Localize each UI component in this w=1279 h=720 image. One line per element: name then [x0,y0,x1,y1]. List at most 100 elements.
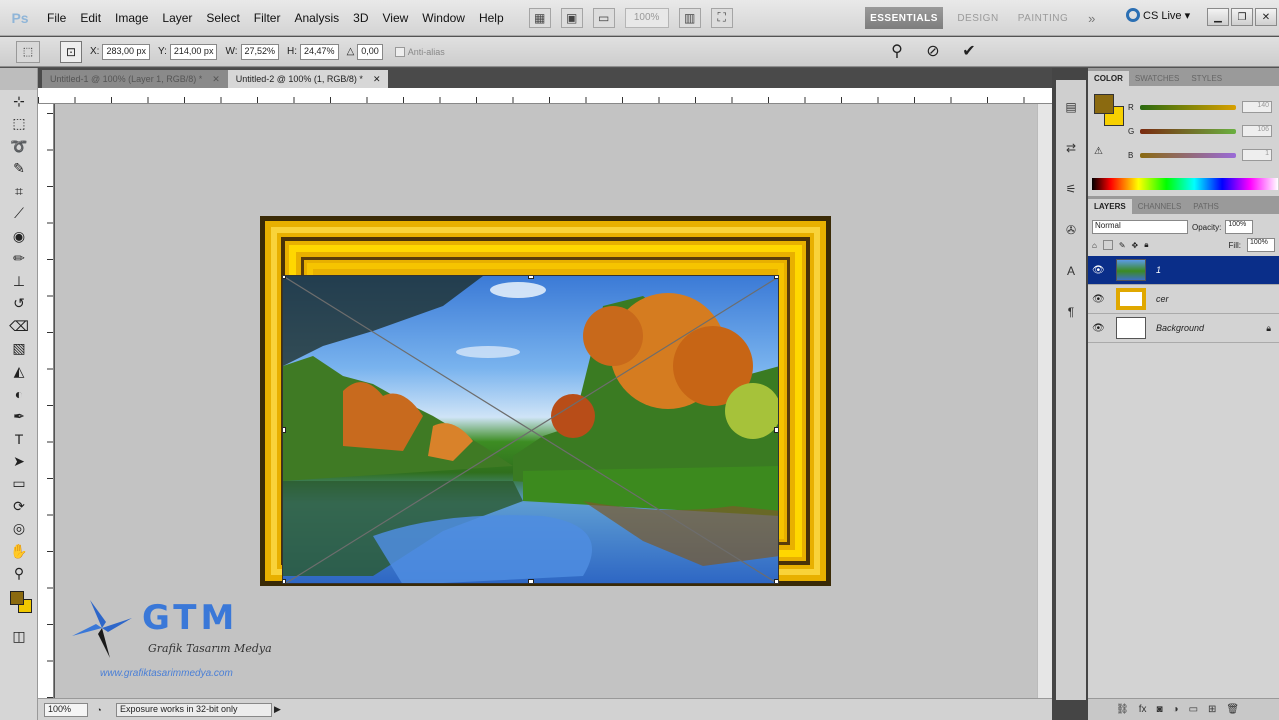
spot-healing-tool-icon[interactable]: ◉ [0,225,38,248]
commit-transform-icon[interactable]: ✔ [958,40,980,62]
delete-layer-icon[interactable]: 🗑︎ [1226,704,1239,715]
menu-3d[interactable]: 3D [346,11,375,25]
menu-window[interactable]: Window [415,11,472,25]
menu-analysis[interactable]: Analysis [287,11,346,25]
tool-preset-picker[interactable]: ⬚ [16,40,40,63]
w-input[interactable]: 27,52% [240,43,280,60]
tab-channels[interactable]: CHANNELS [1132,199,1188,214]
layer-row-background[interactable]: 👁︎ Background 🔒︎ [1088,314,1279,343]
visibility-eye-icon[interactable]: 👁︎ [1092,265,1110,276]
transform-handle[interactable] [283,579,286,583]
lock-pixels-icon[interactable]: ✎ [1119,241,1126,250]
quick-mask-icon[interactable]: ◫ [0,625,38,648]
slider-track[interactable] [1140,152,1236,158]
cs-live-button[interactable]: CS Live ▾ [1126,8,1190,22]
minimize-button[interactable]: ▁ [1207,8,1229,26]
paragraph-panel-icon[interactable]: ¶ [1060,301,1082,323]
history-panel-icon[interactable]: ▤ [1060,96,1082,118]
zoom-tool-icon[interactable]: ⚲ [0,563,38,586]
menu-edit[interactable]: Edit [73,11,108,25]
channel-value[interactable]: 140 [1242,101,1272,113]
zoom-level-box[interactable]: 100% [624,7,669,28]
color-spectrum-bar[interactable] [1092,178,1278,190]
crop-tool-icon[interactable]: ⌗ [0,180,38,203]
arrange-documents-icon[interactable]: ▥ [678,7,701,28]
restore-button[interactable]: ❐ [1231,8,1253,26]
green-slider[interactable]: G 106 [1128,124,1276,138]
puppet-warp-icon[interactable]: ⚲ [886,40,908,62]
menu-filter[interactable]: Filter [247,11,288,25]
eraser-tool-icon[interactable]: ⌫ [0,315,38,338]
layer-name[interactable]: 1 [1156,265,1161,275]
adjustment-layer-icon[interactable]: ◑ [1173,704,1179,715]
blend-mode-select[interactable]: Normal [1092,220,1188,234]
blue-slider[interactable]: B 1 [1128,148,1276,162]
workspace-design[interactable]: DESIGN [950,7,1006,29]
screen-mode-icon[interactable]: ⛶ [710,7,733,28]
document-canvas[interactable]: GTM Grafik Tasarım Medya www.grafiktasar… [55,104,1037,698]
h-input[interactable]: 24,47% [300,43,339,60]
red-slider[interactable]: R 140 [1128,100,1276,114]
reference-point-icon[interactable]: ⊡ [60,40,82,63]
tab-paths[interactable]: PATHS [1187,199,1224,214]
tab-color[interactable]: COLOR [1088,71,1129,86]
clone-stamp-tool-icon[interactable]: ⊥ [0,270,38,293]
transform-handle[interactable] [528,579,534,583]
antialias-checkbox[interactable]: Anti-alias [394,46,445,57]
layer-row-1[interactable]: 👁︎ 1 [1088,256,1279,285]
transform-handle[interactable] [774,427,778,433]
3d-rotate-tool-icon[interactable]: ⟳ [0,495,38,518]
transform-handle[interactable] [283,276,286,279]
marquee-tool-icon[interactable]: ⬚ [0,113,38,136]
menu-help[interactable]: Help [472,11,511,25]
opacity-input[interactable]: 100% [1225,220,1254,234]
transform-handle[interactable] [774,579,778,583]
status-zoom-field[interactable]: 100% [44,702,88,717]
transform-handle[interactable] [528,276,534,279]
brush-tool-icon[interactable]: ✏ [0,248,38,271]
transform-handle[interactable] [283,427,286,433]
horizontal-ruler[interactable] [38,88,1052,104]
slider-track[interactable] [1140,104,1236,110]
character-panel-icon[interactable]: A [1060,260,1082,282]
tab-swatches[interactable]: SWATCHES [1129,71,1185,86]
menu-image[interactable]: Image [108,11,155,25]
path-select-tool-icon[interactable]: ➤ [0,450,38,473]
menu-layer[interactable]: Layer [155,11,199,25]
lock-all-icon[interactable]: 🔒︎ [1144,240,1148,250]
type-tool-icon[interactable]: T [0,428,38,451]
move-tool-icon[interactable]: ⊹ [0,90,38,113]
link-layers-icon[interactable]: ⛓ [1116,704,1129,715]
tab-styles[interactable]: STYLES [1185,71,1228,86]
close-icon[interactable]: ✕ [212,74,220,85]
vertical-scrollbar[interactable] [1037,104,1052,698]
quick-select-tool-icon[interactable]: ✎ [0,158,38,181]
tab-untitled-1[interactable]: Untitled-1 @ 100% (Layer 1, RGB/8) * ✕ [42,70,228,88]
hand-tool-icon[interactable]: ✋ [0,540,38,563]
shape-tool-icon[interactable]: ▭ [0,473,38,496]
tools-panel-grip[interactable] [0,68,37,90]
menu-view[interactable]: View [375,11,415,25]
layer-name[interactable]: cer [1156,294,1169,304]
slider-track[interactable] [1140,128,1236,134]
channel-value[interactable]: 106 [1242,125,1272,137]
new-group-icon[interactable]: ▭ [1189,704,1198,715]
lock-transparency-icon[interactable] [1102,240,1113,250]
vertical-ruler[interactable] [38,104,54,698]
visibility-eye-icon[interactable]: 👁︎ [1092,294,1110,305]
status-menu-arrow-icon[interactable]: ▶ [274,704,281,715]
lasso-tool-icon[interactable]: ➰ [0,135,38,158]
eyedropper-tool-icon[interactable]: ⟋ [0,203,38,226]
gamut-warning-icon[interactable]: ⚠ [1094,146,1103,157]
menu-file[interactable]: File [40,11,73,25]
status-info-icon[interactable]: ◔ [92,703,106,717]
angle-input[interactable]: 0,00 [357,43,383,60]
close-button[interactable]: ✕ [1255,8,1277,26]
view-extras-icon[interactable]: ▭ [592,7,615,28]
pen-tool-icon[interactable]: ✒ [0,405,38,428]
landscape-photo-layer[interactable] [282,275,779,584]
blur-tool-icon[interactable]: ◭ [0,360,38,383]
close-icon[interactable]: ✕ [373,74,381,85]
add-mask-icon[interactable]: ◙ [1156,704,1162,715]
layer-style-icon[interactable]: fx [1139,704,1147,715]
